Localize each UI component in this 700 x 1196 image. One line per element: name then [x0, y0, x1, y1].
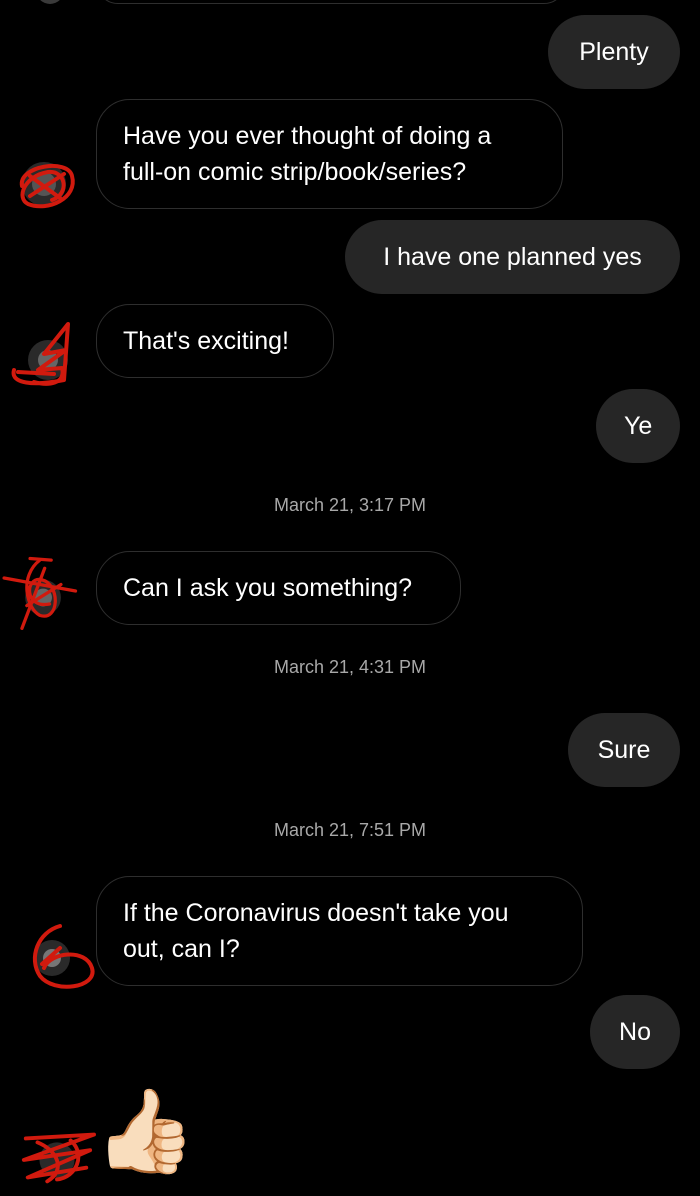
outgoing-message[interactable]: Ye [596, 389, 680, 463]
message-text: Can I ask you something? [123, 574, 413, 602]
avatar[interactable] [0, 552, 78, 630]
timestamp: March 21, 4:31 PM [273, 657, 427, 677]
previous-message-bubble[interactable] [96, 0, 566, 4]
avatar[interactable] [4, 314, 82, 392]
avatar[interactable] [8, 146, 86, 224]
incoming-message[interactable]: If the Coronavirus doesn't take you out,… [96, 876, 583, 986]
message-text: Ye [624, 412, 653, 440]
avatar[interactable] [20, 918, 98, 996]
message-text: That's exciting! [123, 327, 289, 355]
avatar[interactable] [18, 1118, 96, 1196]
thumbs-up-emoji[interactable]: 👍🏻 [94, 1084, 196, 1180]
message-text: Have you ever thought of doing a full-on… [123, 122, 492, 186]
message-text: No [619, 1018, 651, 1046]
avatar[interactable] [36, 0, 64, 4]
incoming-message[interactable]: Can I ask you something? [96, 551, 461, 625]
outgoing-message[interactable]: Plenty [548, 15, 680, 89]
outgoing-message[interactable]: I have one planned yes [345, 220, 680, 294]
incoming-message[interactable]: Have you ever thought of doing a full-on… [96, 99, 563, 209]
timestamp: March 21, 7:51 PM [273, 820, 427, 840]
message-emoji: 👍🏻 [94, 1086, 197, 1177]
incoming-message[interactable]: That's exciting! [96, 304, 334, 378]
timestamp: March 21, 3:17 PM [273, 495, 427, 515]
outgoing-message[interactable]: Sure [568, 713, 680, 787]
message-text: Plenty [579, 38, 649, 66]
outgoing-message[interactable]: No [590, 995, 680, 1069]
message-text: If the Coronavirus doesn't take you out,… [123, 899, 509, 963]
message-text: I have one planned yes [383, 243, 642, 271]
message-text: Sure [597, 736, 651, 764]
